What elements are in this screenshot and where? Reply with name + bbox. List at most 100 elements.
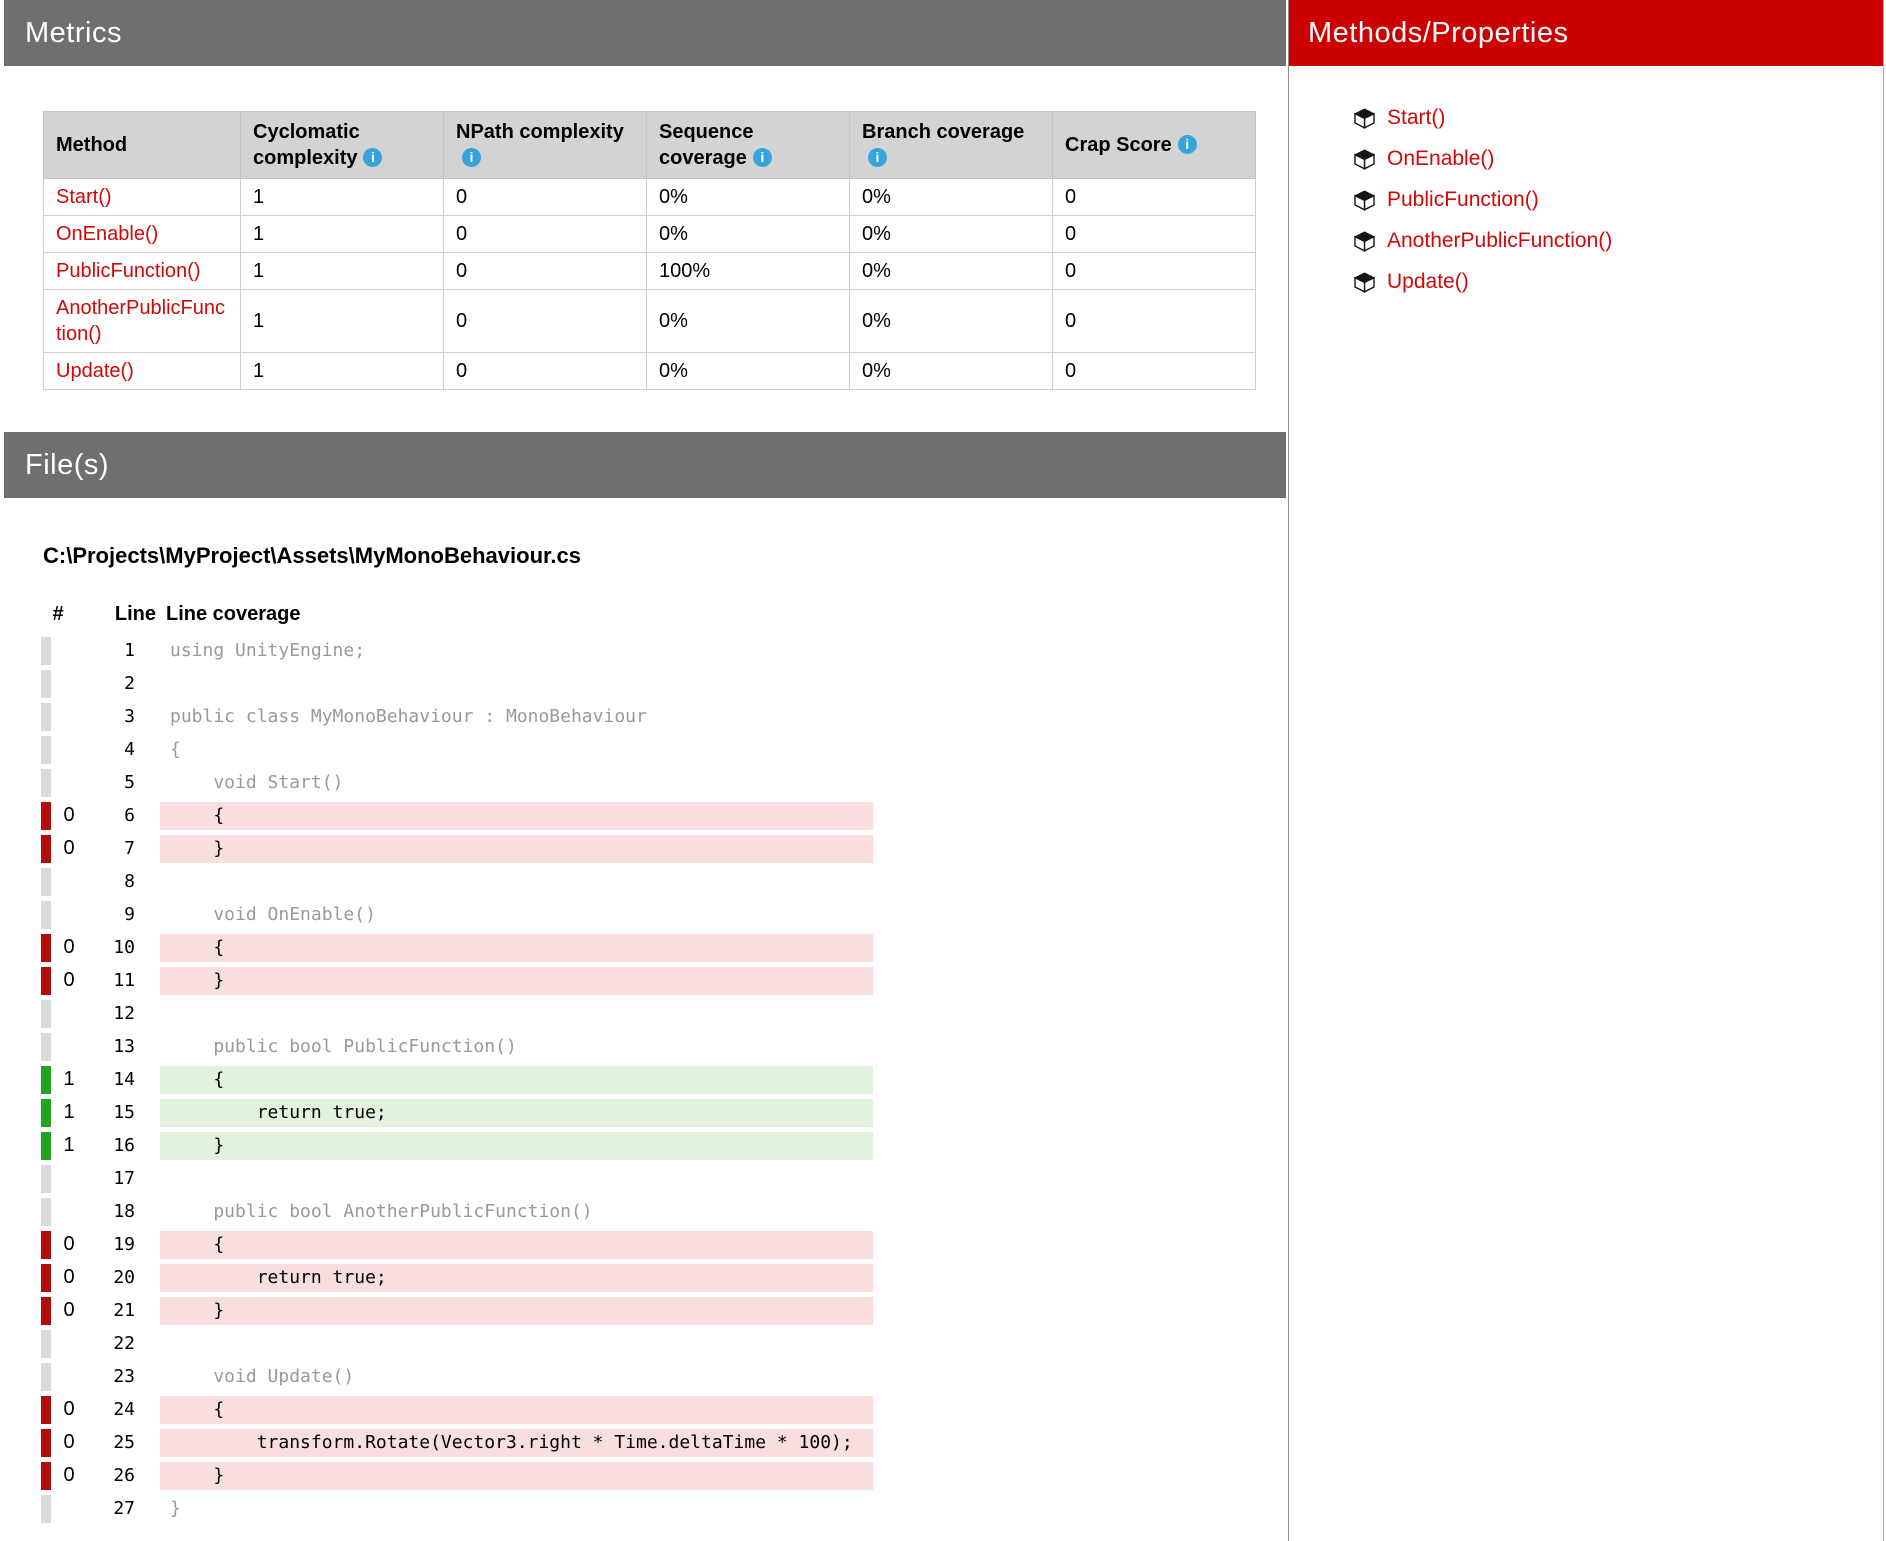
line-number: 15 (87, 1102, 135, 1123)
code-text: public bool PublicFunction() (160, 1033, 873, 1061)
line-number: 24 (87, 1399, 135, 1420)
column-header-label: NPath complexity (456, 121, 624, 143)
hit-count: 0 (51, 936, 87, 959)
code-text: public bool AnotherPublicFunction() (160, 1198, 873, 1226)
line-number: 16 (87, 1135, 135, 1156)
method-cell: PublicFunction() (44, 253, 241, 290)
coverage-indicator (41, 1231, 51, 1259)
hits-column-header: # (40, 603, 76, 626)
info-icon[interactable]: i (868, 148, 887, 167)
code-text: } (160, 1495, 873, 1523)
left-column: Metrics MethodCyclomatic complexityiNPat… (4, 0, 1286, 1525)
info-icon[interactable]: i (753, 148, 772, 167)
info-icon[interactable]: i (363, 148, 382, 167)
method-link[interactable]: AnotherPublicFunction() (1387, 229, 1612, 253)
code-line: 9 void OnEnable() (4, 898, 1286, 931)
hit-count: 0 (51, 804, 87, 827)
code-line: 011 } (4, 964, 1286, 997)
coverage-indicator (41, 868, 51, 896)
metric-value: 100% (647, 253, 850, 290)
method-link[interactable]: Start() (1387, 106, 1445, 130)
code-text: void Update() (160, 1363, 873, 1391)
code-line: 27} (4, 1492, 1286, 1525)
coverage-indicator (41, 769, 51, 797)
metric-value: 0 (1053, 216, 1256, 253)
metrics-table-row: OnEnable()100%0%0 (44, 216, 1256, 253)
line-column-header: Line (90, 603, 156, 626)
hit-count: 0 (51, 969, 87, 992)
code-text: transform.Rotate(Vector3.right * Time.de… (160, 1429, 873, 1457)
method-link[interactable]: AnotherPublicFunction() (56, 297, 225, 345)
coverage-indicator (41, 670, 51, 698)
metric-value: 1 (241, 253, 444, 290)
metric-value: 0% (647, 179, 850, 216)
method-list-item: AnotherPublicFunction() (1353, 230, 1883, 252)
cube-icon (1353, 231, 1376, 252)
method-link[interactable]: Update() (1387, 270, 1469, 294)
metrics-section-title: Metrics (25, 17, 122, 49)
code-line: 17 (4, 1162, 1286, 1195)
code-line: 22 (4, 1327, 1286, 1360)
line-number: 3 (87, 706, 135, 727)
code-text: } (160, 1132, 873, 1160)
coverage-indicator (41, 1099, 51, 1127)
code-line: 026 } (4, 1459, 1286, 1492)
line-number: 21 (87, 1300, 135, 1321)
coverage-indicator (41, 934, 51, 962)
metric-value: 1 (241, 353, 444, 390)
metrics-table-row: PublicFunction()10100%0%0 (44, 253, 1256, 290)
code-text: { (160, 802, 873, 830)
coverage-indicator (41, 637, 51, 665)
hit-count: 0 (51, 837, 87, 860)
line-number: 23 (87, 1366, 135, 1387)
metrics-section: MethodCyclomatic complexityiNPath comple… (4, 66, 1286, 432)
coverage-indicator (41, 1429, 51, 1457)
metric-value: 0 (444, 290, 647, 353)
line-number: 20 (87, 1267, 135, 1288)
metric-value: 0% (850, 253, 1053, 290)
method-link[interactable]: Update() (56, 360, 134, 382)
method-list-item: Start() (1353, 107, 1883, 129)
metric-value: 0 (1053, 290, 1256, 353)
method-link[interactable]: PublicFunction() (1387, 188, 1539, 212)
method-link[interactable]: PublicFunction() (56, 260, 201, 282)
info-icon[interactable]: i (1178, 135, 1197, 154)
metric-value: 1 (241, 216, 444, 253)
code-text (160, 1330, 873, 1358)
code-table-header: # Line Line coverage (4, 603, 1286, 626)
line-number: 9 (87, 904, 135, 925)
coverage-indicator (41, 1033, 51, 1061)
column-header-label: Sequence coverage (659, 121, 753, 169)
coverage-indicator (41, 1000, 51, 1028)
line-number: 26 (87, 1465, 135, 1486)
line-number: 7 (87, 838, 135, 859)
code-text: { (160, 736, 873, 764)
metric-value: 0% (647, 353, 850, 390)
column-header-npath-complexity: NPath complexity i (444, 112, 647, 179)
code-line: 114 { (4, 1063, 1286, 1096)
coverage-indicator (41, 1264, 51, 1292)
code-line: 021 } (4, 1294, 1286, 1327)
coverage-indicator (41, 1132, 51, 1160)
method-link[interactable]: OnEnable() (56, 223, 158, 245)
method-list: Start() OnEnable() PublicFunction() Another… (1289, 107, 1883, 293)
code-line: 020 return true; (4, 1261, 1286, 1294)
metric-value: 1 (241, 179, 444, 216)
code-text: { (160, 1396, 873, 1424)
coverage-indicator (41, 802, 51, 830)
code-text: } (160, 1462, 873, 1490)
code-text: public class MyMonoBehaviour : MonoBehav… (160, 703, 873, 731)
coverage-indicator (41, 1363, 51, 1391)
metric-value: 0% (647, 290, 850, 353)
code-line: 116 } (4, 1129, 1286, 1162)
method-link[interactable]: Start() (56, 186, 112, 208)
code-line: 3 public class MyMonoBehaviour : MonoBeha… (4, 700, 1286, 733)
code-line: 18 public bool AnotherPublicFunction() (4, 1195, 1286, 1228)
line-number: 22 (87, 1333, 135, 1354)
coverage-indicator (41, 1462, 51, 1490)
method-link[interactable]: OnEnable() (1387, 147, 1494, 171)
files-section-title: File(s) (25, 449, 109, 481)
coverage-indicator (41, 1165, 51, 1193)
metric-value: 0 (1053, 353, 1256, 390)
info-icon[interactable]: i (462, 148, 481, 167)
